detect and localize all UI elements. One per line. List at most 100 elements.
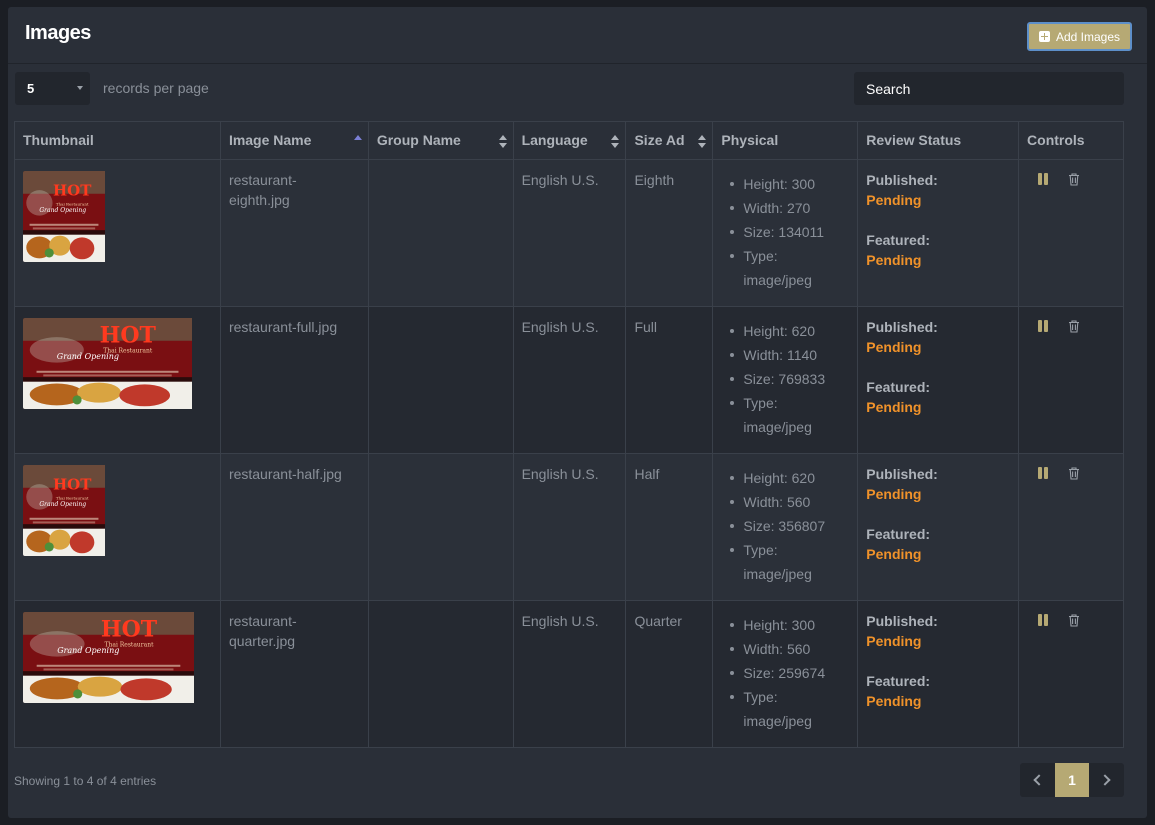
sort-icon: [498, 135, 507, 149]
size-ad: Full: [625, 306, 714, 454]
col-controls: Controls: [1018, 121, 1124, 160]
page-title: Images: [25, 22, 91, 44]
thumbnail-image[interactable]: HOT Thai Restaurant Grand Opening: [23, 465, 212, 556]
controls-cell: [1018, 306, 1124, 454]
language: English U.S.: [512, 453, 627, 601]
records-per-page-select[interactable]: 5: [15, 72, 90, 105]
col-size-ad[interactable]: Size Ad: [625, 121, 714, 160]
sort-asc-icon: [353, 135, 362, 149]
group-name: [367, 600, 514, 748]
page-button-current[interactable]: 1: [1055, 763, 1089, 797]
pause-icon[interactable]: [1037, 467, 1049, 479]
featured-label: Featured:: [866, 379, 931, 395]
controls-cell: [1018, 159, 1124, 307]
physical-size: Size: 134011: [730, 220, 849, 244]
featured-label: Featured:: [866, 232, 931, 248]
svg-text:HOT: HOT: [53, 476, 92, 494]
physical-cell: Height: 620 Width: 1140 Size: 769833 Typ…: [712, 306, 859, 454]
physical-height: Height: 620: [730, 466, 849, 490]
col-physical: Physical: [712, 121, 859, 160]
col-image-name[interactable]: Image Name: [219, 121, 369, 160]
thumbnail-image[interactable]: HOT Thai Restaurant Grand Opening: [23, 171, 212, 262]
caret-down-icon: [77, 86, 83, 90]
review-status-cell: Published: Pending Featured: Pending: [857, 600, 1020, 748]
physical-type: Type: image/jpeg: [730, 538, 849, 586]
add-images-button[interactable]: Add Images: [1026, 22, 1132, 51]
pause-icon[interactable]: [1037, 173, 1049, 185]
records-per-page-label: records per page: [103, 80, 209, 96]
thumbnail-image[interactable]: HOT Thai Restaurant Grand Opening: [23, 318, 212, 409]
search-input[interactable]: [854, 72, 1124, 105]
svg-text:HOT: HOT: [101, 617, 158, 643]
thumbnail-cell: HOT Thai Restaurant Grand Opening: [14, 306, 221, 454]
featured-status: Pending: [866, 252, 922, 268]
controls-cell: [1018, 600, 1124, 748]
physical-height: Height: 620: [730, 319, 849, 343]
trash-icon[interactable]: [1068, 173, 1080, 186]
panel-header: Images Add Images: [8, 7, 1147, 64]
image-name: restaurant-quarter.jpg: [219, 600, 369, 748]
col-review-status: Review Status: [857, 121, 1020, 160]
physical-width: Width: 560: [730, 490, 849, 514]
published-label: Published:: [866, 613, 938, 629]
next-page-button[interactable]: [1089, 763, 1124, 797]
sort-icon: [611, 135, 620, 149]
thumbnail-cell: HOT Thai Restaurant Grand Opening: [14, 159, 221, 307]
review-status-cell: Published: Pending Featured: Pending: [857, 159, 1020, 307]
published-status: Pending: [866, 339, 922, 355]
svg-text:Grand Opening: Grand Opening: [57, 352, 119, 361]
physical-type: Type: image/jpeg: [730, 391, 849, 439]
featured-status: Pending: [866, 693, 922, 709]
thumbnail-image[interactable]: HOT Thai Restaurant Grand Opening: [23, 612, 212, 703]
plus-square-icon: [1038, 31, 1050, 42]
physical-cell: Height: 620 Width: 560 Size: 356807 Type…: [712, 453, 859, 601]
sort-icon: [698, 135, 707, 149]
prev-page-button[interactable]: [1020, 763, 1055, 797]
chevron-right-icon: [1099, 774, 1111, 786]
svg-text:Grand Opening: Grand Opening: [57, 646, 119, 655]
physical-size: Size: 769833: [730, 367, 849, 391]
published-label: Published:: [866, 466, 938, 482]
size-ad: Quarter: [625, 600, 714, 748]
physical-width: Width: 1140: [730, 343, 849, 367]
featured-label: Featured:: [866, 673, 931, 689]
col-language[interactable]: Language: [512, 121, 627, 160]
col-thumbnail: Thumbnail: [14, 121, 221, 160]
featured-label: Featured:: [866, 526, 931, 542]
published-status: Pending: [866, 192, 922, 208]
trash-icon[interactable]: [1068, 467, 1080, 480]
chevron-left-icon: [1033, 774, 1045, 786]
image-name: restaurant-full.jpg: [219, 306, 369, 454]
thumbnail-cell: HOT Thai Restaurant Grand Opening: [14, 600, 221, 748]
controls-cell: [1018, 453, 1124, 601]
svg-text:Grand Opening: Grand Opening: [39, 207, 86, 214]
physical-height: Height: 300: [730, 613, 849, 637]
featured-status: Pending: [866, 546, 922, 562]
physical-type: Type: image/jpeg: [730, 244, 849, 292]
review-status-cell: Published: Pending Featured: Pending: [857, 306, 1020, 454]
physical-cell: Height: 300 Width: 270 Size: 134011 Type…: [712, 159, 859, 307]
col-group-name[interactable]: Group Name: [367, 121, 514, 160]
table-row: HOT Thai Restaurant Grand Opening restaura…: [14, 453, 1124, 601]
published-label: Published:: [866, 172, 938, 188]
review-status-cell: Published: Pending Featured: Pending: [857, 453, 1020, 601]
pagination: 1: [1020, 763, 1124, 797]
physical-width: Width: 270: [730, 196, 849, 220]
svg-text:HOT: HOT: [100, 323, 157, 349]
trash-icon[interactable]: [1068, 320, 1080, 333]
pause-icon[interactable]: [1037, 320, 1049, 332]
table-row: HOT Thai Restaurant Grand Opening restaura…: [14, 600, 1124, 748]
pause-icon[interactable]: [1037, 614, 1049, 626]
physical-size: Size: 259674: [730, 661, 849, 685]
physical-type: Type: image/jpeg: [730, 685, 849, 733]
thumbnail-cell: HOT Thai Restaurant Grand Opening: [14, 453, 221, 601]
featured-status: Pending: [866, 399, 922, 415]
svg-text:Grand Opening: Grand Opening: [39, 501, 86, 508]
physical-height: Height: 300: [730, 172, 849, 196]
published-status: Pending: [866, 486, 922, 502]
trash-icon[interactable]: [1068, 614, 1080, 627]
group-name: [367, 453, 514, 601]
add-images-label: Add Images: [1055, 29, 1120, 44]
images-table: Thumbnail Image Name Group Name Language…: [14, 121, 1124, 748]
language: English U.S.: [512, 600, 627, 748]
